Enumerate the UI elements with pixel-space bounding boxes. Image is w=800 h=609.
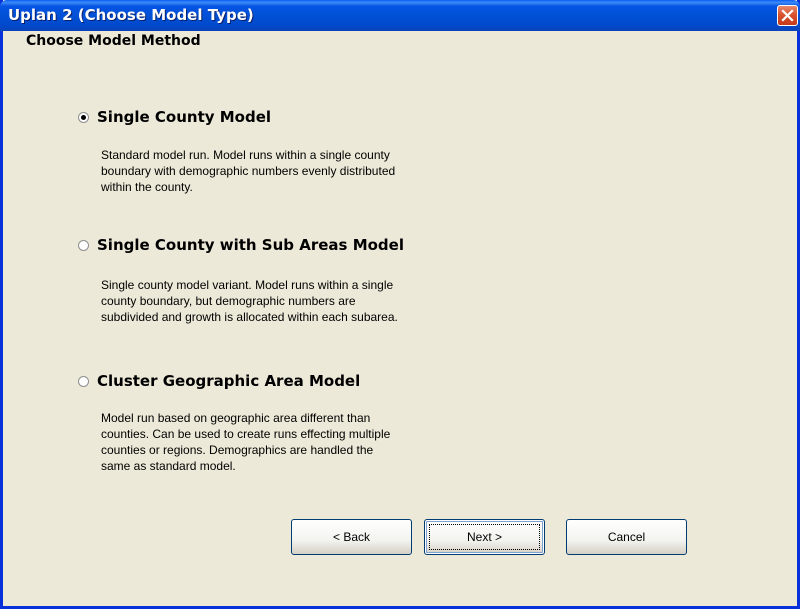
option-description: Single county model variant. Model runs … <box>101 277 521 325</box>
option-description: Model run based on geographic area diffe… <box>101 410 521 474</box>
section-heading: Choose Model Method <box>26 33 201 49</box>
focus-ring <box>429 524 540 550</box>
radio-label: Cluster Geographic Area Model <box>97 372 361 390</box>
title-bar[interactable]: Uplan 2 (Choose Model Type) <box>0 0 800 31</box>
radio-button[interactable] <box>78 239 89 251</box>
radio-label: Single County with Sub Areas Model <box>97 236 404 254</box>
close-icon <box>781 9 794 22</box>
dialog-window: Uplan 2 (Choose Model Type) Choose Model… <box>0 0 800 609</box>
description-line: county boundary, but demographic numbers… <box>101 294 356 308</box>
radio-label: Single County Model <box>97 108 272 126</box>
radio-single-county-sub-areas[interactable]: Single County with Sub Areas Model <box>78 236 404 254</box>
description-line: counties. Can be used to create runs eff… <box>101 427 391 441</box>
radio-button[interactable] <box>78 375 89 387</box>
back-button-label: < Back <box>332 530 371 544</box>
next-button[interactable]: Next > <box>424 519 545 555</box>
window-title: Uplan 2 (Choose Model Type) <box>8 6 254 24</box>
radio-single-county[interactable]: Single County Model <box>78 108 271 126</box>
cancel-button[interactable]: Cancel <box>566 519 687 555</box>
close-button[interactable] <box>777 5 798 26</box>
description-line: counties or regions. Demographics are ha… <box>101 443 374 457</box>
description-line: same as standard model. <box>101 459 236 473</box>
cancel-button-label: Cancel <box>607 530 646 544</box>
description-line: subdivided and growth is allocated withi… <box>101 310 398 324</box>
description-line: within the county. <box>101 180 193 194</box>
description-line: Standard model run. Model runs within a … <box>101 148 390 162</box>
description-line: Model run based on geographic area diffe… <box>101 411 371 425</box>
radio-cluster-geographic[interactable]: Cluster Geographic Area Model <box>78 372 360 390</box>
description-line: Single county model variant. Model runs … <box>101 278 394 292</box>
radio-button[interactable] <box>78 111 89 123</box>
back-button[interactable]: < Back <box>291 519 412 555</box>
description-line: boundary with demographic numbers evenly… <box>101 164 396 178</box>
option-description: Standard model run. Model runs within a … <box>101 147 521 195</box>
